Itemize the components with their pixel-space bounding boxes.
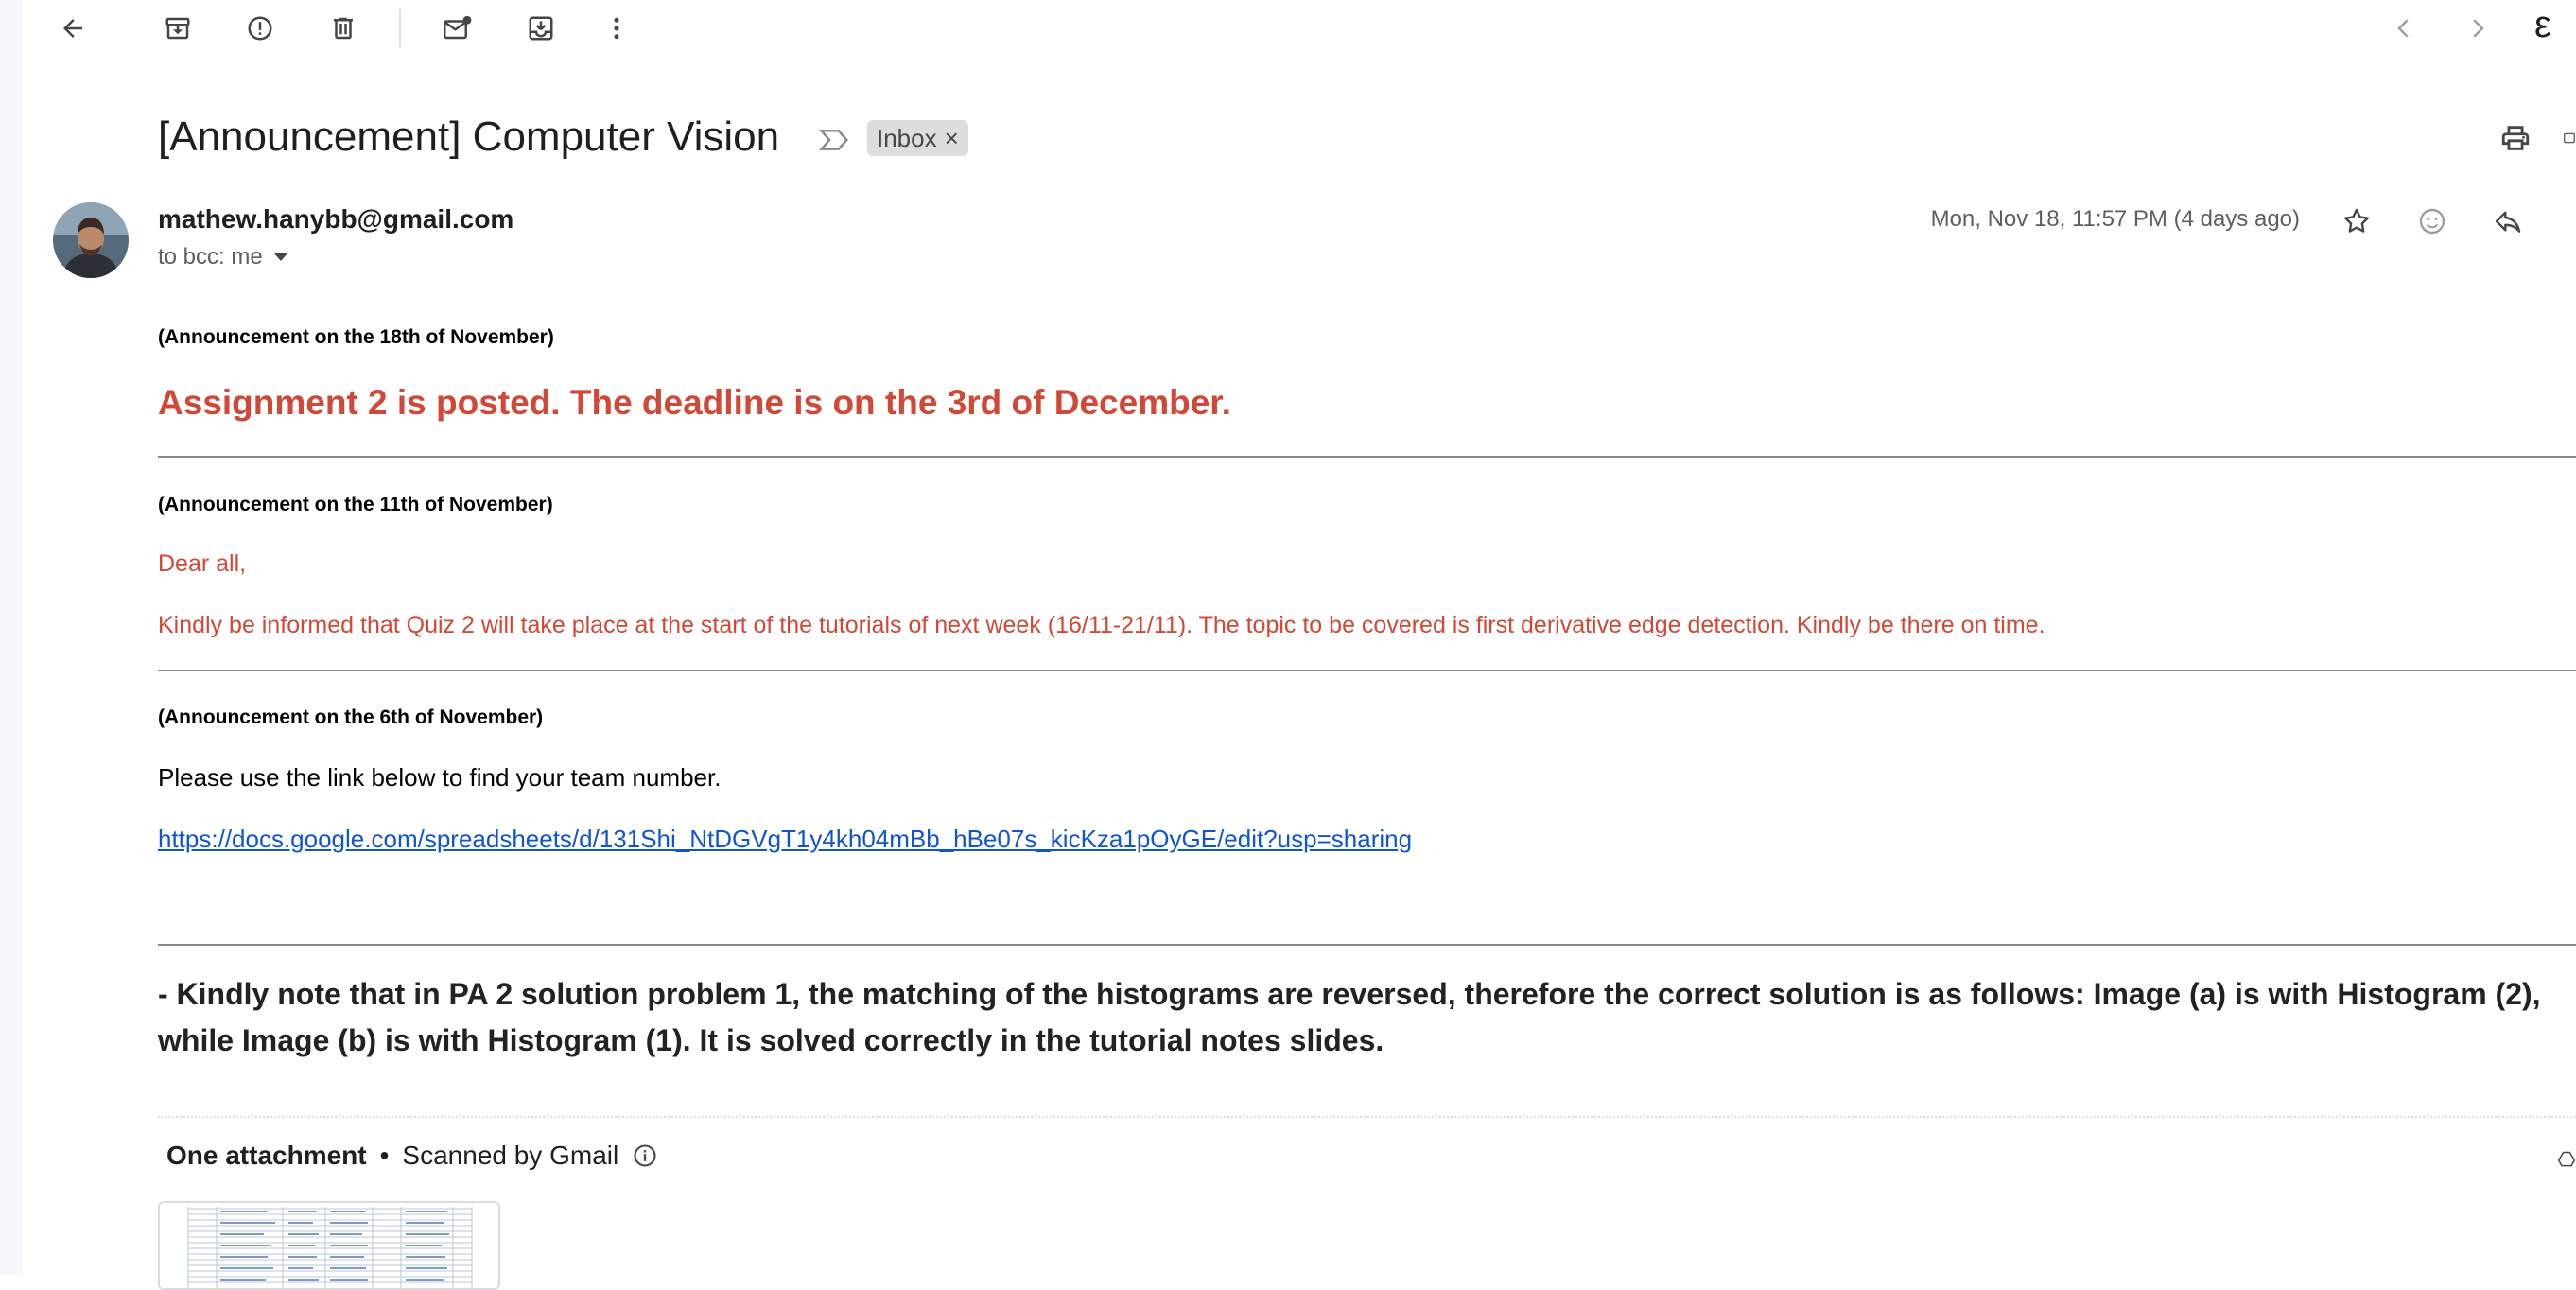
- add-to-drive-icon[interactable]: [2557, 1141, 2576, 1178]
- attachment-thumbnail[interactable]: [158, 1201, 500, 1290]
- histogram-correction-note: - Kindly note that in PA 2 solution prob…: [158, 977, 2541, 1057]
- emoji-react-icon[interactable]: [2411, 200, 2453, 242]
- announcement-1-header: (Announcement on the 18th of November): [158, 326, 554, 348]
- chevron-right-icon[interactable]: [2457, 8, 2498, 49]
- back-arrow-icon[interactable]: [52, 8, 94, 49]
- toolbar-divider: [399, 9, 401, 47]
- section-divider-2: [158, 670, 2576, 671]
- inbox-label-text: Inbox: [877, 124, 937, 152]
- section-divider-1: [158, 456, 2576, 458]
- reply-icon[interactable]: [2487, 200, 2529, 242]
- announcement-3-header: (Announcement on the 6th of November): [158, 706, 544, 728]
- announcement-2-text: Kindly be informed that Quiz 2 will take…: [158, 612, 2045, 638]
- chevron-left-icon[interactable]: [2383, 8, 2425, 49]
- announcement-2-greeting: Dear all,: [158, 550, 247, 577]
- attachments-title: One attachment: [166, 1141, 367, 1170]
- recipients-details-icon[interactable]: [272, 252, 289, 263]
- scanned-by-gmail: Scanned by Gmail: [402, 1141, 619, 1170]
- print-icon[interactable]: [2495, 117, 2536, 159]
- important-marker-icon[interactable]: [815, 121, 853, 159]
- info-icon[interactable]: [632, 1142, 658, 1169]
- left-edge-strip: [0, 0, 23, 1275]
- attachments-header: One attachment • Scanned by Gmail: [166, 1141, 658, 1171]
- section-divider-3: [158, 944, 2576, 946]
- open-in-new-window-icon[interactable]: [2563, 117, 2576, 159]
- announcement-3-text: Please use the link below to find your t…: [158, 763, 722, 792]
- remove-label-icon[interactable]: ×: [945, 120, 959, 156]
- team-number-link[interactable]: https://docs.google.com/spreadsheets/d/1…: [158, 825, 1412, 854]
- recipients-text: to bcc: me: [158, 244, 263, 270]
- announcement-2-header: (Announcement on the 11th of November): [158, 494, 553, 515]
- email-date: Mon, Nov 18, 11:57 PM (4 days ago): [1930, 206, 2300, 232]
- mark-unread-icon[interactable]: [437, 8, 479, 49]
- announcement-1-text: Assignment 2 is posted. The deadline is …: [158, 383, 1231, 422]
- trash-icon[interactable]: [322, 8, 364, 49]
- more-vert-icon[interactable]: [596, 8, 637, 49]
- attachments-divider: [158, 1116, 2576, 1118]
- archive-icon[interactable]: [157, 8, 199, 49]
- inbox-label-chip: Inbox ×: [867, 120, 968, 156]
- recipients-line: to bcc: me: [158, 244, 289, 270]
- attachments-separator: •: [379, 1141, 390, 1170]
- sender-email[interactable]: mathew.hanybb@gmail.com: [158, 204, 513, 235]
- input-tools-glyph[interactable]: ε: [2534, 4, 2551, 46]
- email-subject: [Announcement] Computer Vision: [158, 113, 780, 160]
- report-spam-icon[interactable]: [239, 8, 281, 49]
- sender-avatar: [53, 202, 129, 278]
- star-icon[interactable]: [2336, 200, 2377, 242]
- move-to-icon[interactable]: [520, 8, 562, 49]
